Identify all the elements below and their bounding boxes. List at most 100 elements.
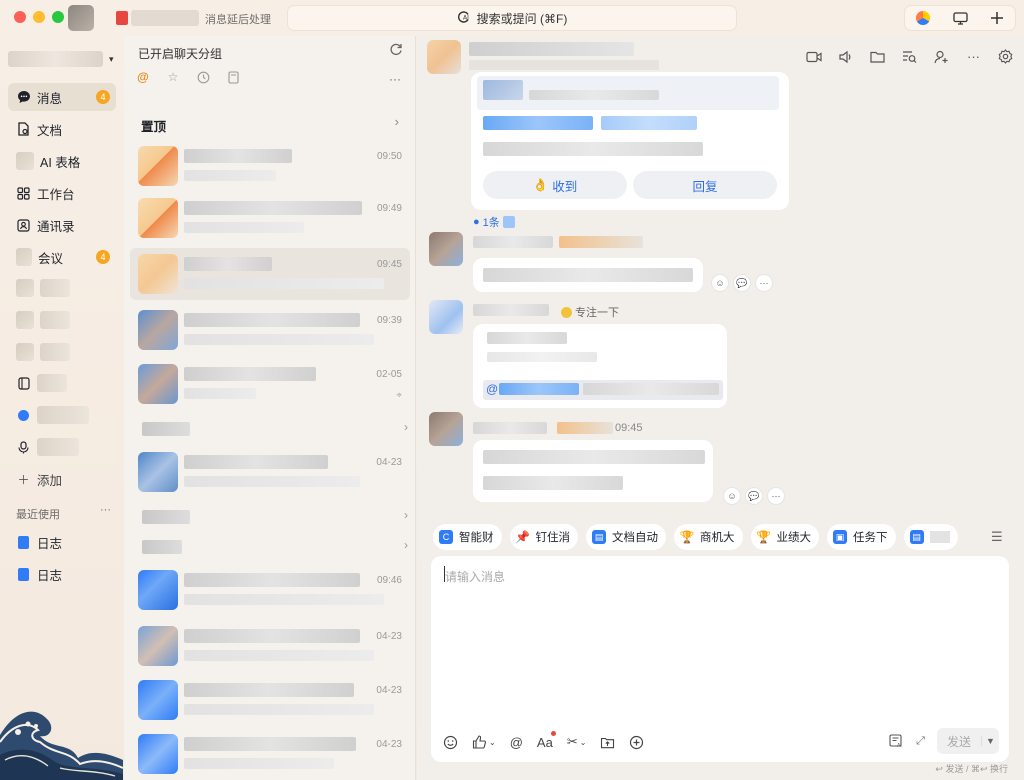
received-button[interactable]: 👌 收到 [483,171,627,199]
message-bubble[interactable] [473,258,703,292]
chip-opportunity[interactable]: 🏆 商机大 [674,524,743,550]
recent-item[interactable]: 日志 [8,560,116,588]
add-member-icon[interactable] [933,48,950,65]
chat-list-item[interactable]: 04-23 [130,674,410,726]
chat-name-blurred [184,629,360,643]
nav-item-workbench[interactable]: 工作台 [8,179,116,207]
more-icon[interactable]: ··· [755,274,773,292]
chip-doc-auto[interactable]: ▤ 文档自动 [586,524,666,550]
ai-write-icon[interactable]: AI [889,731,904,751]
chips-menu-icon[interactable]: ☰ [991,529,1003,545]
chat-group-header[interactable]: › [142,508,410,524]
reply-button[interactable]: 回复 [633,171,777,199]
send-options-icon[interactable]: ▼ [981,736,999,746]
refresh-icon[interactable] [389,42,403,59]
nav-item-app[interactable] [8,306,116,334]
doc-icon[interactable] [226,70,240,84]
folder-icon[interactable] [869,48,886,65]
search-chat-icon[interactable] [901,48,918,65]
chat-list-item[interactable]: 04-23 [130,446,410,498]
thread-reply-count[interactable]: ● 1条 [473,214,515,230]
text-format-icon[interactable]: Aa [537,731,556,752]
plus-icon[interactable] [978,6,1015,30]
more-icon[interactable]: ··· [389,72,401,86]
chat-list-item[interactable]: 04-23 [130,728,410,780]
thumbs-up-icon[interactable]: ⌄ [472,732,496,752]
close-window-button[interactable] [14,11,26,23]
minimize-window-button[interactable] [33,11,45,23]
notice-text[interactable]: 消息延后处理 [205,11,271,27]
nav-item-meeting[interactable]: 会议 4 [8,243,116,271]
nav-item-contacts[interactable]: 通讯录 [8,211,116,239]
scissors-icon[interactable]: ✂ ⌄ [567,732,587,752]
nav-item-ai-table[interactable]: AI 表格 [8,147,116,175]
ai-assistant-icon[interactable] [905,6,942,30]
card-link-blurred[interactable] [601,116,697,130]
message-composer[interactable]: 请输入消息 ⌄ @ Aa ✂ ⌄ AI ⤢ 发送 ▼ [431,556,1009,762]
sender-avatar[interactable] [429,232,463,266]
chat-group-header[interactable]: › [142,420,410,436]
nav-add-button[interactable]: ＋ 添加 [8,465,116,493]
voice-icon[interactable] [837,48,854,65]
video-call-icon[interactable] [805,48,822,65]
nav-item-app[interactable] [8,274,116,302]
nav-item-app[interactable] [8,433,116,461]
emoji-icon[interactable] [443,732,458,752]
mention-name-blurred[interactable] [499,383,579,395]
sender-avatar[interactable] [429,300,463,334]
chat-title-blurred[interactable] [469,42,634,56]
add-reaction-icon[interactable]: ☺ [723,487,741,505]
recent-more-button[interactable]: ··· [100,504,111,516]
nav-item-docs[interactable]: 文档 [8,115,116,143]
global-search-box[interactable]: AI 搜索或提问 (⌘F) [287,5,737,31]
chat-list-item[interactable]: 09:50 [130,140,410,192]
chat-list-item[interactable]: 09:49 [130,192,410,244]
more-icon[interactable]: ··· [767,487,785,505]
clock-icon[interactable] [196,70,210,84]
zoom-window-button[interactable] [52,11,64,23]
expand-icon[interactable]: ⤢ [916,731,925,751]
chat-list-item[interactable]: 09:46 [130,564,410,616]
mention-icon[interactable]: @ [136,70,150,84]
chip-blurred[interactable]: ▤ [903,524,958,550]
composer-placeholder[interactable]: 请输入消息 [445,568,505,585]
mention-prefix[interactable]: @ [486,382,498,396]
pinned-section-header[interactable]: 置顶 [141,116,166,135]
card-link-blurred[interactable] [483,116,593,130]
chat-list-item[interactable]: 02-05 ⌖ [130,358,410,410]
chat-list-item[interactable]: 04-23 [130,620,410,672]
chat-list-item-selected[interactable]: 09:45 [130,248,410,300]
nav-item-app[interactable] [8,338,116,366]
add-circle-icon[interactable] [629,732,644,752]
chip-performance[interactable]: 🏆 业绩大 [750,524,819,550]
add-reaction-icon[interactable]: ☺ [711,274,729,292]
message-time: 09:45 [615,422,643,434]
screen-share-icon[interactable] [942,6,979,30]
nav-item-app[interactable] [8,369,116,397]
message-bubble[interactable] [473,440,713,502]
account-avatar[interactable] [68,5,94,31]
chip-smart-finance[interactable]: C 智能财 [433,524,502,550]
mention-icon[interactable]: @ [510,732,523,752]
reply-icon[interactable]: 💬 [733,274,751,292]
chat-group-header[interactable]: › [142,538,410,554]
chevron-right-icon[interactable]: › [395,114,399,129]
notice-icon[interactable] [116,11,128,25]
reply-icon[interactable]: 💬 [745,487,763,505]
star-icon[interactable]: ☆ [166,70,180,84]
chip-pin-message[interactable]: 📌 钉住消 [509,524,578,550]
settings-icon[interactable] [997,48,1014,65]
chip-label: 文档自动 [612,532,658,544]
nav-item-app[interactable] [8,401,116,429]
send-button[interactable]: 发送 ▼ [936,728,999,754]
chip-task[interactable]: ▣ 任务下 [827,524,896,550]
nav-item-messages[interactable]: 消息 4 [8,83,116,111]
recent-item[interactable]: 日志 [8,528,116,556]
sender-avatar[interactable] [429,412,463,446]
chat-list-item[interactable]: 09:39 [130,304,410,356]
message-bubble[interactable]: @ [473,324,727,408]
upload-icon[interactable] [600,732,615,752]
chat-header-avatar[interactable] [427,40,461,74]
org-switcher[interactable]: ▾ [8,49,116,69]
more-icon[interactable]: ··· [965,48,982,65]
